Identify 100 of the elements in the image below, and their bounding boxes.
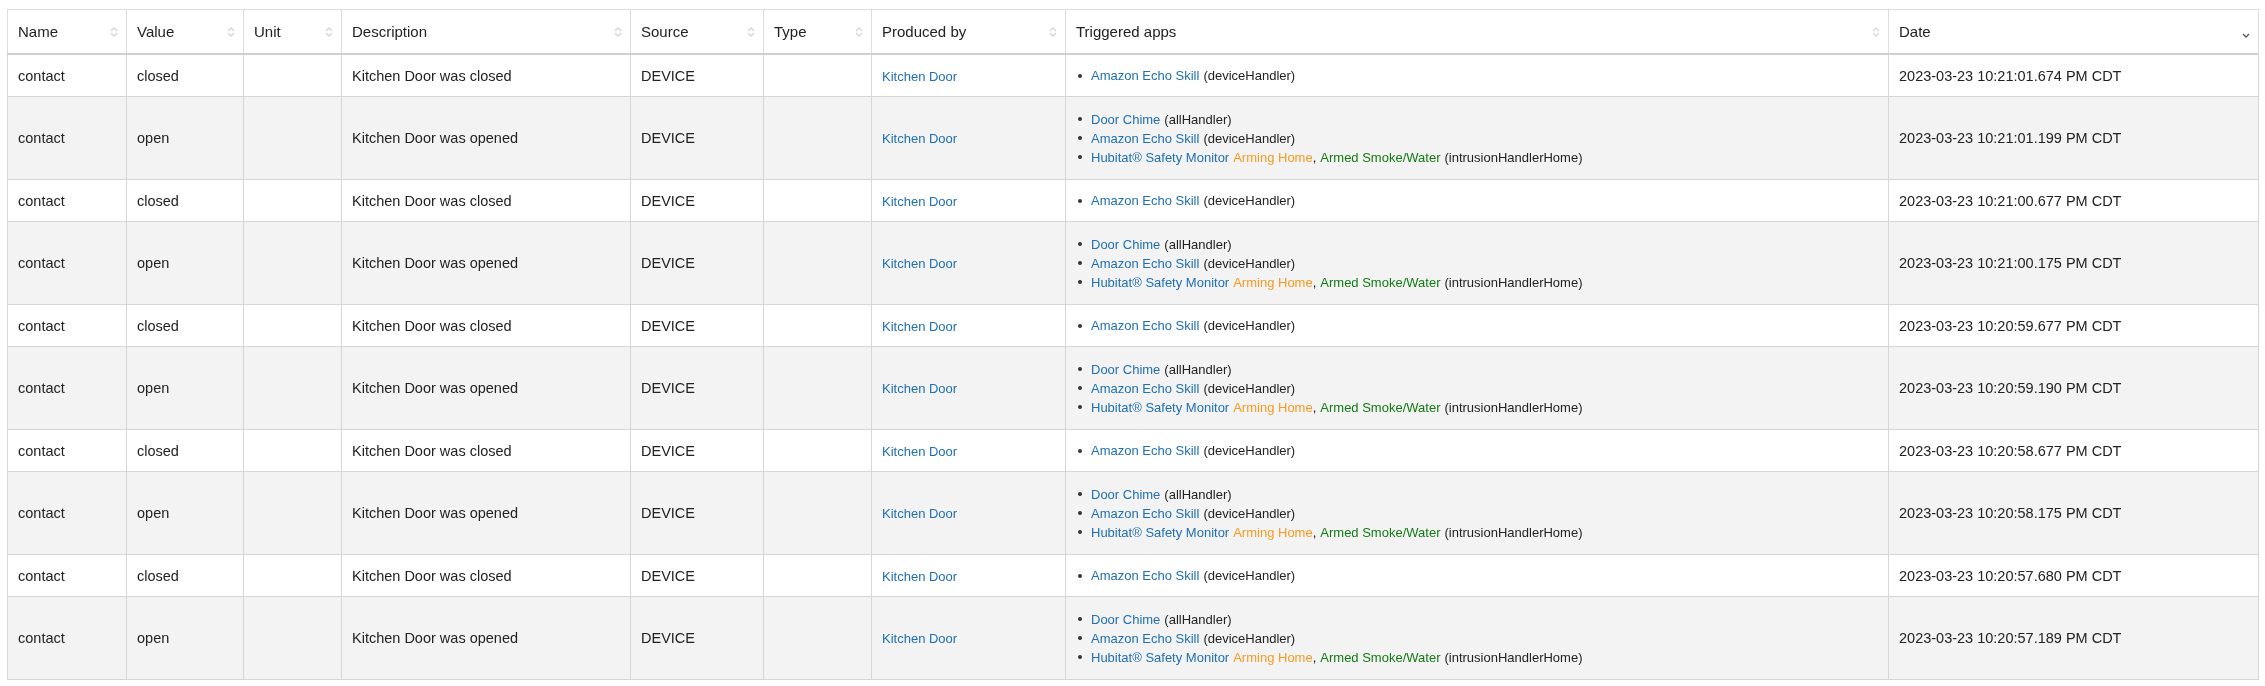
bullet-icon	[1078, 617, 1082, 621]
device-link[interactable]: Kitchen Door	[882, 131, 958, 146]
bullet-icon	[1078, 492, 1082, 496]
handler-text: (intrusionHandlerHome)	[1444, 399, 1583, 415]
handler-text: (deviceHandler)	[1203, 318, 1296, 333]
device-link[interactable]: Kitchen Door	[882, 568, 958, 584]
separator-text: ,	[1312, 149, 1317, 165]
separator-text: ,	[1312, 649, 1317, 665]
device-link[interactable]: Kitchen Door	[882, 256, 958, 271]
table-cell: contact	[7, 346, 127, 430]
app-link[interactable]: Amazon Echo Skill	[1091, 630, 1200, 646]
table-cell: Kitchen Door was opened	[341, 596, 631, 680]
app-link[interactable]: Door Chime	[1091, 486, 1161, 502]
table-cell: closed	[126, 304, 244, 347]
table-cell: closed	[126, 179, 244, 222]
table-cell: contact	[7, 471, 127, 555]
device-link[interactable]: Kitchen Door	[882, 68, 958, 84]
app-link[interactable]: Amazon Echo Skill	[1091, 68, 1200, 83]
column-header[interactable]: Date	[1888, 9, 2259, 54]
table-cell: Kitchen Door was closed	[341, 304, 631, 347]
device-link[interactable]: Kitchen Door	[882, 506, 958, 521]
bullet-icon	[1078, 386, 1082, 390]
column-header[interactable]: Value	[126, 9, 244, 54]
column-header[interactable]: Name	[7, 9, 127, 54]
separator-text: ,	[1312, 524, 1317, 540]
device-link[interactable]: Kitchen Door	[882, 631, 958, 646]
bullet-icon	[1078, 530, 1082, 534]
handler-text: (deviceHandler)	[1203, 255, 1296, 271]
bullet-icon	[1078, 367, 1082, 371]
table-cell: Kitchen Door was closed	[341, 54, 631, 97]
mode-label: Arming Home	[1233, 399, 1313, 415]
table-cell: Kitchen Door was opened	[341, 346, 631, 430]
table-cell: contact	[7, 179, 127, 222]
table-cell: closed	[126, 54, 244, 97]
column-header[interactable]: Type	[763, 9, 872, 54]
table-cell: contact	[7, 96, 127, 180]
app-link[interactable]: Amazon Echo Skill	[1091, 443, 1200, 458]
table-cell: DEVICE	[630, 96, 764, 180]
column-header[interactable]: Description	[341, 9, 631, 54]
handler-text: (deviceHandler)	[1203, 505, 1296, 521]
handler-text: (allHandler)	[1164, 361, 1232, 377]
handler-text: (allHandler)	[1164, 236, 1232, 252]
app-link[interactable]: Door Chime	[1091, 611, 1161, 627]
handler-text: (intrusionHandlerHome)	[1444, 274, 1583, 290]
column-header[interactable]: Produced by	[871, 9, 1066, 54]
table-cell: open	[126, 346, 244, 430]
bullet-icon	[1078, 573, 1082, 578]
table-cell: closed	[126, 554, 244, 597]
table-cell: contact	[7, 304, 127, 347]
table-cell: DEVICE	[630, 54, 764, 97]
table-cell: Kitchen Door was opened	[341, 221, 631, 305]
bullet-icon	[1078, 511, 1082, 515]
table-cell: contact	[7, 429, 127, 472]
app-link[interactable]: Amazon Echo Skill	[1091, 505, 1200, 521]
column-header[interactable]: Triggered apps	[1065, 9, 1889, 54]
bullet-icon	[1078, 280, 1082, 284]
bullet-icon	[1078, 73, 1082, 78]
bullet-icon	[1078, 155, 1082, 159]
app-link[interactable]: Amazon Echo Skill	[1091, 568, 1200, 583]
handler-text: (intrusionHandlerHome)	[1444, 149, 1583, 165]
handler-text: (intrusionHandlerHome)	[1444, 649, 1583, 665]
mode-label: Armed Smoke/Water	[1320, 399, 1441, 415]
table-cell: 2023-03-23 10:20:58.677 PM CDT	[1888, 429, 2259, 472]
app-link[interactable]: Hubitat® Safety Monitor	[1091, 649, 1230, 665]
app-link[interactable]: Door Chime	[1091, 361, 1161, 377]
app-link[interactable]: Amazon Echo Skill	[1091, 193, 1200, 208]
handler-text: (deviceHandler)	[1203, 130, 1296, 146]
app-link[interactable]: Amazon Echo Skill	[1091, 380, 1200, 396]
app-link[interactable]: Hubitat® Safety Monitor	[1091, 274, 1230, 290]
column-header[interactable]: Unit	[243, 9, 342, 54]
table-cell: DEVICE	[630, 304, 764, 347]
mode-label: Arming Home	[1233, 274, 1313, 290]
app-link[interactable]: Hubitat® Safety Monitor	[1091, 524, 1230, 540]
app-link[interactable]: Door Chime	[1091, 236, 1161, 252]
column-header[interactable]: Source	[630, 9, 764, 54]
table-cell: 2023-03-23 10:21:01.199 PM CDT	[1888, 96, 2259, 180]
handler-text: (allHandler)	[1164, 486, 1232, 502]
app-link[interactable]: Amazon Echo Skill	[1091, 318, 1200, 333]
mode-label: Armed Smoke/Water	[1320, 149, 1441, 165]
device-link[interactable]: Kitchen Door	[882, 443, 958, 459]
table-cell: contact	[7, 221, 127, 305]
app-link[interactable]: Amazon Echo Skill	[1091, 130, 1200, 146]
bullet-icon	[1078, 655, 1082, 659]
separator-text: ,	[1312, 399, 1317, 415]
app-link[interactable]: Door Chime	[1091, 111, 1161, 127]
device-link[interactable]: Kitchen Door	[882, 318, 958, 334]
handler-text: (intrusionHandlerHome)	[1444, 524, 1583, 540]
table-cell: 2023-03-23 10:20:59.677 PM CDT	[1888, 304, 2259, 347]
app-link[interactable]: Amazon Echo Skill	[1091, 255, 1200, 271]
table-cell: Kitchen Door was closed	[341, 179, 631, 222]
table-cell: contact	[7, 596, 127, 680]
device-link[interactable]: Kitchen Door	[882, 193, 958, 209]
table-cell: Kitchen Door was opened	[341, 96, 631, 180]
app-link[interactable]: Hubitat® Safety Monitor	[1091, 149, 1230, 165]
table-cell: 2023-03-23 10:21:00.677 PM CDT	[1888, 179, 2259, 222]
bullet-icon	[1078, 405, 1082, 409]
device-link[interactable]: Kitchen Door	[882, 381, 958, 396]
app-link[interactable]: Hubitat® Safety Monitor	[1091, 399, 1230, 415]
bullet-icon	[1078, 198, 1082, 203]
table-cell: DEVICE	[630, 429, 764, 472]
